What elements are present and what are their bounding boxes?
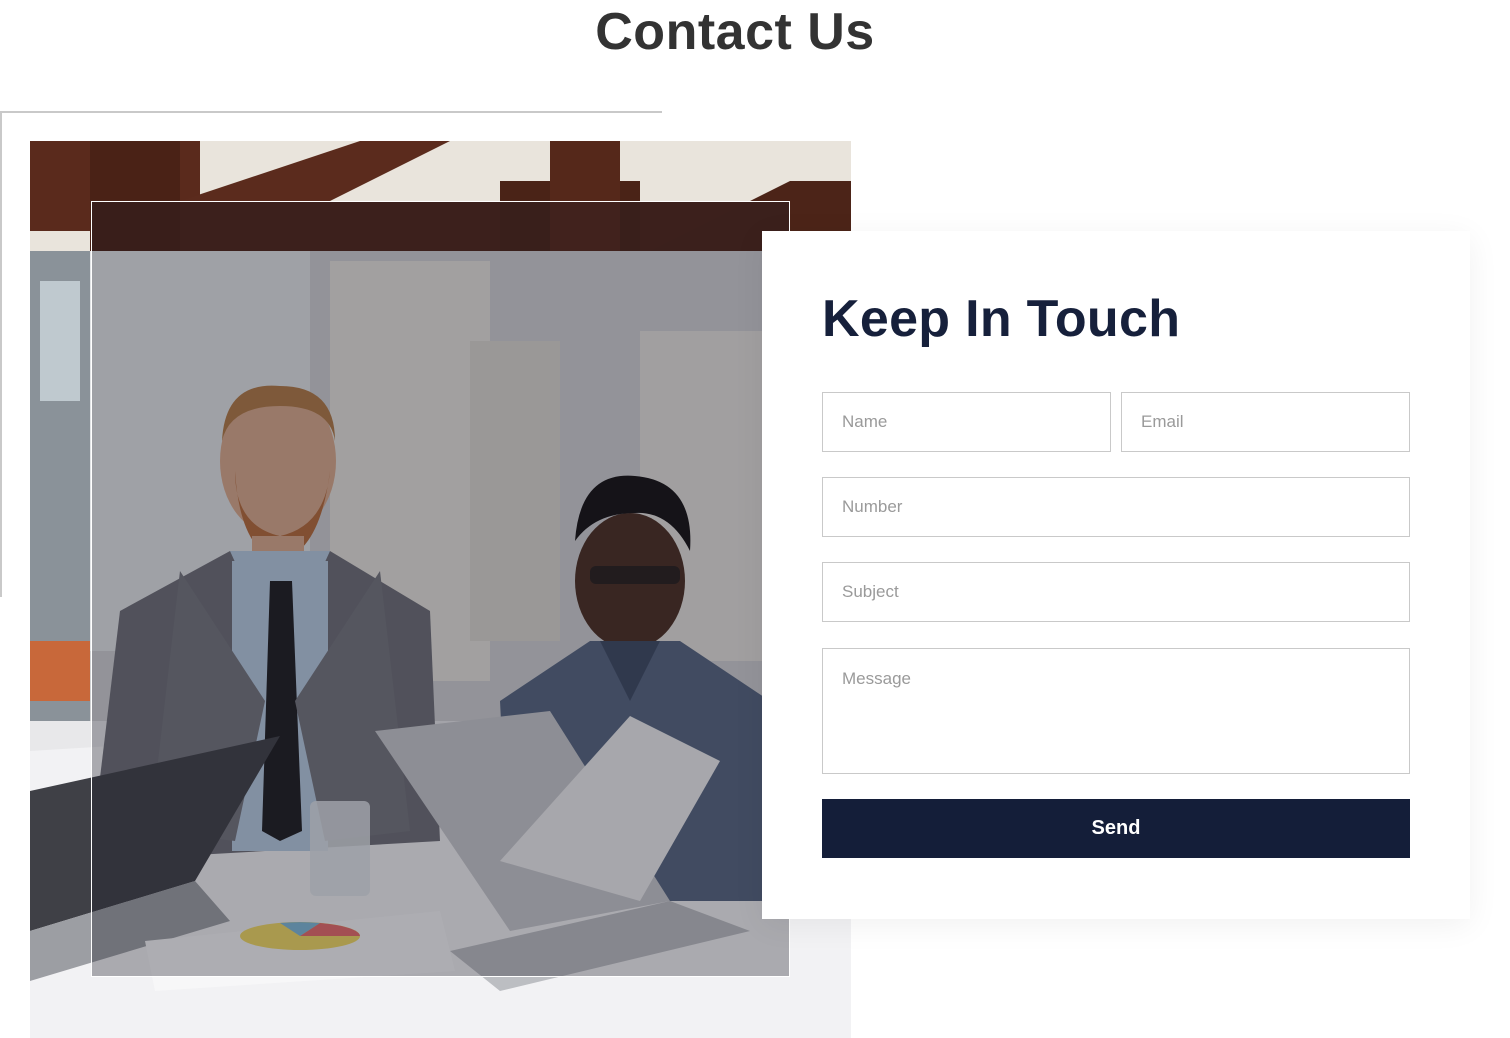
send-button[interactable]: Send [822, 799, 1410, 858]
email-field[interactable] [1121, 392, 1410, 452]
subject-field[interactable] [822, 562, 1410, 622]
contact-form-card: Keep In Touch Send [762, 231, 1470, 919]
message-field[interactable] [822, 648, 1410, 774]
number-field[interactable] [822, 477, 1410, 537]
contact-section: Contact Us Keep In Touch Name Email Numb… [0, 0, 1510, 1038]
form-heading: Keep In Touch [822, 290, 1181, 348]
page-title: Contact Us [595, 3, 875, 61]
name-field[interactable] [822, 392, 1111, 452]
photo-overlay-frame [91, 201, 790, 977]
